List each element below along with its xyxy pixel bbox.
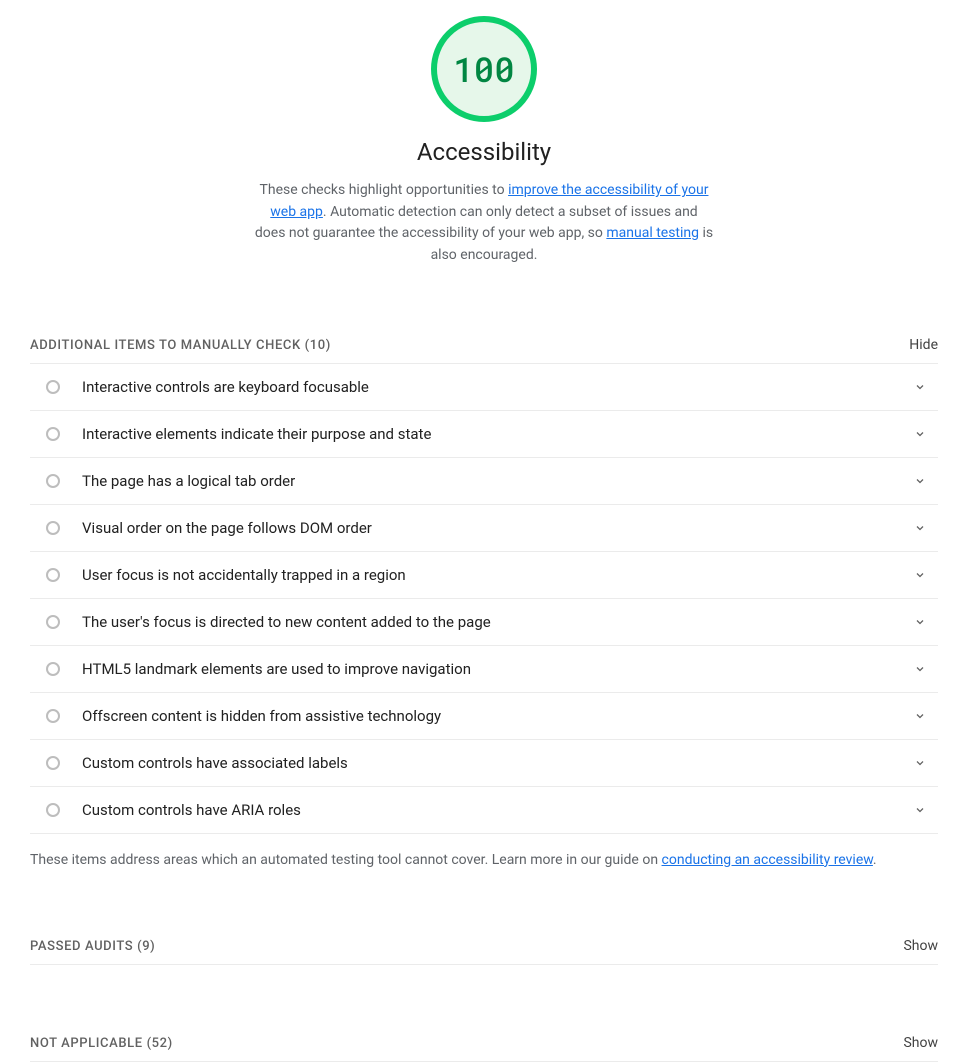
audit-item[interactable]: HTML5 landmark elements are used to impr… xyxy=(30,646,938,693)
chevron-down-icon xyxy=(914,381,926,393)
chevron-down-icon xyxy=(914,616,926,628)
audit-item[interactable]: Interactive controls are keyboard focusa… xyxy=(30,364,938,411)
category-description: These checks highlight opportunities to … xyxy=(254,180,714,267)
audit-item[interactable]: The page has a logical tab order xyxy=(30,458,938,505)
status-circle-icon xyxy=(46,756,60,770)
section-header[interactable]: PASSED AUDITS (9) Show xyxy=(30,938,938,965)
category-title: Accessibility xyxy=(417,138,551,166)
audit-item[interactable]: Interactive elements indicate their purp… xyxy=(30,411,938,458)
score-gauge: 100 xyxy=(431,16,537,122)
section-label: NOT APPLICABLE xyxy=(30,1036,143,1051)
chevron-down-icon xyxy=(914,475,926,487)
section-header[interactable]: ADDITIONAL ITEMS TO MANUALLY CHECK (10) … xyxy=(30,337,938,364)
desc-text: These checks highlight opportunities to xyxy=(260,182,509,198)
chevron-down-icon xyxy=(914,804,926,816)
audit-title: The user's focus is directed to new cont… xyxy=(82,613,914,631)
audit-title: Custom controls have associated labels xyxy=(82,754,914,772)
status-circle-icon xyxy=(46,427,60,441)
section-count: (10) xyxy=(305,338,331,353)
footer-text: These items address areas which an autom… xyxy=(30,852,662,868)
section-title: ADDITIONAL ITEMS TO MANUALLY CHECK (10) xyxy=(30,338,331,353)
audit-item[interactable]: Visual order on the page follows DOM ord… xyxy=(30,505,938,552)
status-circle-icon xyxy=(46,803,60,817)
audit-title: Visual order on the page follows DOM ord… xyxy=(82,519,914,537)
chevron-down-icon xyxy=(914,710,926,722)
audit-title: Custom controls have ARIA roles xyxy=(82,801,914,819)
manual-checks-section: ADDITIONAL ITEMS TO MANUALLY CHECK (10) … xyxy=(30,337,938,868)
section-count: (52) xyxy=(147,1036,173,1051)
hide-toggle[interactable]: Hide xyxy=(909,337,938,353)
status-circle-icon xyxy=(46,615,60,629)
status-circle-icon xyxy=(46,662,60,676)
section-label: ADDITIONAL ITEMS TO MANUALLY CHECK xyxy=(30,338,301,353)
audit-item[interactable]: Custom controls have associated labels xyxy=(30,740,938,787)
section-title: NOT APPLICABLE (52) xyxy=(30,1036,173,1051)
audit-title: Interactive elements indicate their purp… xyxy=(82,425,914,443)
section-label: PASSED AUDITS xyxy=(30,939,133,954)
score-gauge-section: 100 Accessibility These checks highlight… xyxy=(30,0,938,267)
chevron-down-icon xyxy=(914,757,926,769)
show-toggle[interactable]: Show xyxy=(903,1035,938,1051)
audit-title: Offscreen content is hidden from assisti… xyxy=(82,707,914,725)
footer-text: . xyxy=(873,852,877,868)
audit-title: User focus is not accidentally trapped i… xyxy=(82,566,914,584)
chevron-down-icon xyxy=(914,569,926,581)
chevron-down-icon xyxy=(914,522,926,534)
audit-item[interactable]: Offscreen content is hidden from assisti… xyxy=(30,693,938,740)
score-value: 100 xyxy=(453,47,514,92)
audit-item[interactable]: The user's focus is directed to new cont… xyxy=(30,599,938,646)
section-footer-note: These items address areas which an autom… xyxy=(30,852,938,868)
audit-item[interactable]: User focus is not accidentally trapped i… xyxy=(30,552,938,599)
passed-audits-section: PASSED AUDITS (9) Show xyxy=(30,938,938,965)
status-circle-icon xyxy=(46,521,60,535)
status-circle-icon xyxy=(46,568,60,582)
audit-title: Interactive controls are keyboard focusa… xyxy=(82,378,914,396)
audit-item[interactable]: Custom controls have ARIA roles xyxy=(30,787,938,834)
audit-title: The page has a logical tab order xyxy=(82,472,914,490)
section-count: (9) xyxy=(137,939,155,954)
audit-title: HTML5 landmark elements are used to impr… xyxy=(82,660,914,678)
audit-list: Interactive controls are keyboard focusa… xyxy=(30,364,938,834)
chevron-down-icon xyxy=(914,663,926,675)
manual-testing-link[interactable]: manual testing xyxy=(606,225,699,241)
status-circle-icon xyxy=(46,474,60,488)
accessibility-review-link[interactable]: conducting an accessibility review xyxy=(662,852,873,868)
status-circle-icon xyxy=(46,380,60,394)
show-toggle[interactable]: Show xyxy=(903,938,938,954)
chevron-down-icon xyxy=(914,428,926,440)
section-title: PASSED AUDITS (9) xyxy=(30,939,155,954)
status-circle-icon xyxy=(46,709,60,723)
